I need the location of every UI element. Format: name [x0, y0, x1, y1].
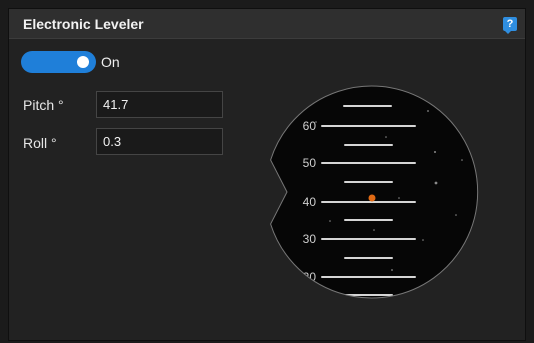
toggle-label: On: [101, 54, 120, 70]
help-icon[interactable]: ?: [503, 17, 517, 34]
level-indicator-dot: [368, 194, 376, 202]
toggle-knob: [77, 56, 89, 68]
enable-toggle[interactable]: [21, 51, 96, 73]
leveler-gauge: 60 50 40 30 20: [270, 85, 479, 299]
scale-label-50: 50: [303, 156, 317, 170]
roll-label: Roll °: [23, 135, 57, 151]
scale-label-60: 60: [303, 119, 317, 133]
pitch-field[interactable]: [96, 91, 223, 118]
scale-label-30: 30: [303, 232, 317, 246]
panel-title: Electronic Leveler: [23, 16, 144, 32]
scale-label-40: 40: [303, 195, 317, 209]
scale-label-20: 20: [303, 270, 317, 284]
pitch-label: Pitch °: [23, 97, 64, 113]
roll-field[interactable]: [96, 128, 223, 155]
title-bar: Electronic Leveler ?: [9, 9, 525, 39]
